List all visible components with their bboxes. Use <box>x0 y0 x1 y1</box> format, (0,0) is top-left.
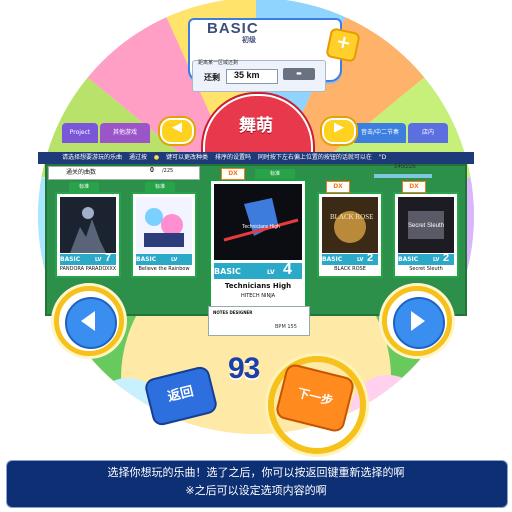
countdown-timer: 93 <box>228 352 260 385</box>
level-value: 4 <box>283 261 292 278</box>
category-label: 标准 <box>255 169 295 179</box>
cleared-counter-value: 0 <box>150 167 154 174</box>
distance-tip: 距离某一区域还剩 <box>198 60 239 66</box>
song-card[interactable]: DX Secret Sleuth BASIC LV 2 Secret Sleut… <box>393 181 459 278</box>
tab-in-store[interactable]: 店内 <box>408 123 448 143</box>
distance-toggle-button[interactable]: ▬ <box>283 68 315 80</box>
genre-prev-button[interactable]: ◀ <box>160 118 194 144</box>
song-artist: HITECH NINJA <box>240 293 276 299</box>
svg-text:BLACK ROSE: BLACK ROSE <box>330 213 373 221</box>
song-title: PANDORA PARADOXXX <box>59 266 117 272</box>
cleared-counter-label: 通关的曲数 <box>66 169 97 176</box>
tab-ongeki-chunithm[interactable]: 音击/中二节奏 <box>354 123 406 143</box>
level-value: 7 <box>105 252 112 264</box>
level-value: 2 <box>367 252 374 264</box>
difficulty-label: BASIC <box>322 256 343 263</box>
game-screen: BASIC 初级 + 距离某一区域还剩 还剩 35 km ▬ Project 其… <box>0 0 512 512</box>
mode-subtitle: 初级 <box>242 36 256 44</box>
level-label: LV <box>433 257 440 263</box>
tab-other-games[interactable]: 其他游戏 <box>100 123 150 143</box>
song-card[interactable]: DX BLACK ROSE BASIC LV 2 BLACK ROSE <box>317 181 383 278</box>
song-card[interactable]: 标准 BASIC LV Believe the Rainbow <box>131 182 197 278</box>
difficulty-label: BASIC <box>60 256 81 263</box>
category-label: 标准 <box>69 182 99 192</box>
song-title: Secret Sleuth <box>409 266 443 272</box>
dx-badge: DX <box>326 181 350 193</box>
genre-title: 舞萌 <box>239 116 273 136</box>
level-value: 2 <box>443 252 450 264</box>
song-title: Believe the Rainbow <box>138 266 190 272</box>
cleared-counter-total: /225 <box>162 168 174 174</box>
hint-ticker-text: 请选择想要游玩的乐曲 通过按 ● 键可以更改种类 排序的设置吗 同时按下左右偏上… <box>62 154 387 161</box>
selected-song-card[interactable]: DX 标准 Technicians High BASIC LV 4 Techni… <box>208 168 308 312</box>
song-index-bar <box>374 174 432 178</box>
plus-button[interactable]: + <box>325 27 361 63</box>
scroll-left-button[interactable] <box>54 286 124 356</box>
song-jacket <box>136 197 192 253</box>
song-jacket: Secret Sleuth <box>398 197 454 253</box>
song-index: 145/226 <box>394 164 416 170</box>
distance-value: 35 km <box>234 70 260 80</box>
song-jacket <box>60 197 116 253</box>
song-card[interactable]: 标准 BASIC LV 7 PANDORA PARADOXXX <box>55 182 121 278</box>
song-title: BLACK ROSE <box>334 266 366 272</box>
scroll-right-button[interactable] <box>382 286 452 356</box>
difficulty-label: BASIC <box>214 267 241 276</box>
level-label: LV <box>171 257 178 263</box>
song-jacket: BLACK ROSE <box>322 197 378 253</box>
level-label: LV <box>267 269 275 276</box>
distance-label: 还剩 <box>204 73 220 82</box>
chart-info-box: NOTES DESIGNER BPM 155 <box>208 306 310 336</box>
triangle-left-icon: ◀ <box>172 120 182 135</box>
svg-text:Secret Sleuth: Secret Sleuth <box>408 223 444 229</box>
caption-line-1: 选择你想玩的乐曲！选了之后，你可以按返回键重新选择的啊 <box>107 466 405 479</box>
category-label: 标准 <box>145 182 175 192</box>
level-label: LV <box>95 257 102 263</box>
bpm-label: BPM 155 <box>275 324 297 330</box>
svg-text:Technicians High: Technicians High <box>242 224 280 230</box>
arrow-right-icon <box>393 297 445 349</box>
song-jacket: Technicians High <box>214 184 302 260</box>
dx-badge: DX <box>221 168 245 180</box>
notes-designer-label: NOTES DESIGNER <box>213 310 253 315</box>
song-title: Technicians High <box>224 282 292 290</box>
button-icon: ● <box>153 154 160 161</box>
caption-line-2: ※之后可以设定选项内容的啊 <box>185 484 327 497</box>
tab-project[interactable]: Project <box>62 123 98 143</box>
difficulty-label: BASIC <box>136 256 157 263</box>
level-label: LV <box>357 257 364 263</box>
difficulty-label: BASIC <box>398 256 419 263</box>
dx-badge: DX <box>402 181 426 193</box>
triangle-right-icon: ▶ <box>334 120 344 135</box>
arrow-left-icon <box>65 297 117 349</box>
genre-next-button[interactable]: ▶ <box>322 118 356 144</box>
